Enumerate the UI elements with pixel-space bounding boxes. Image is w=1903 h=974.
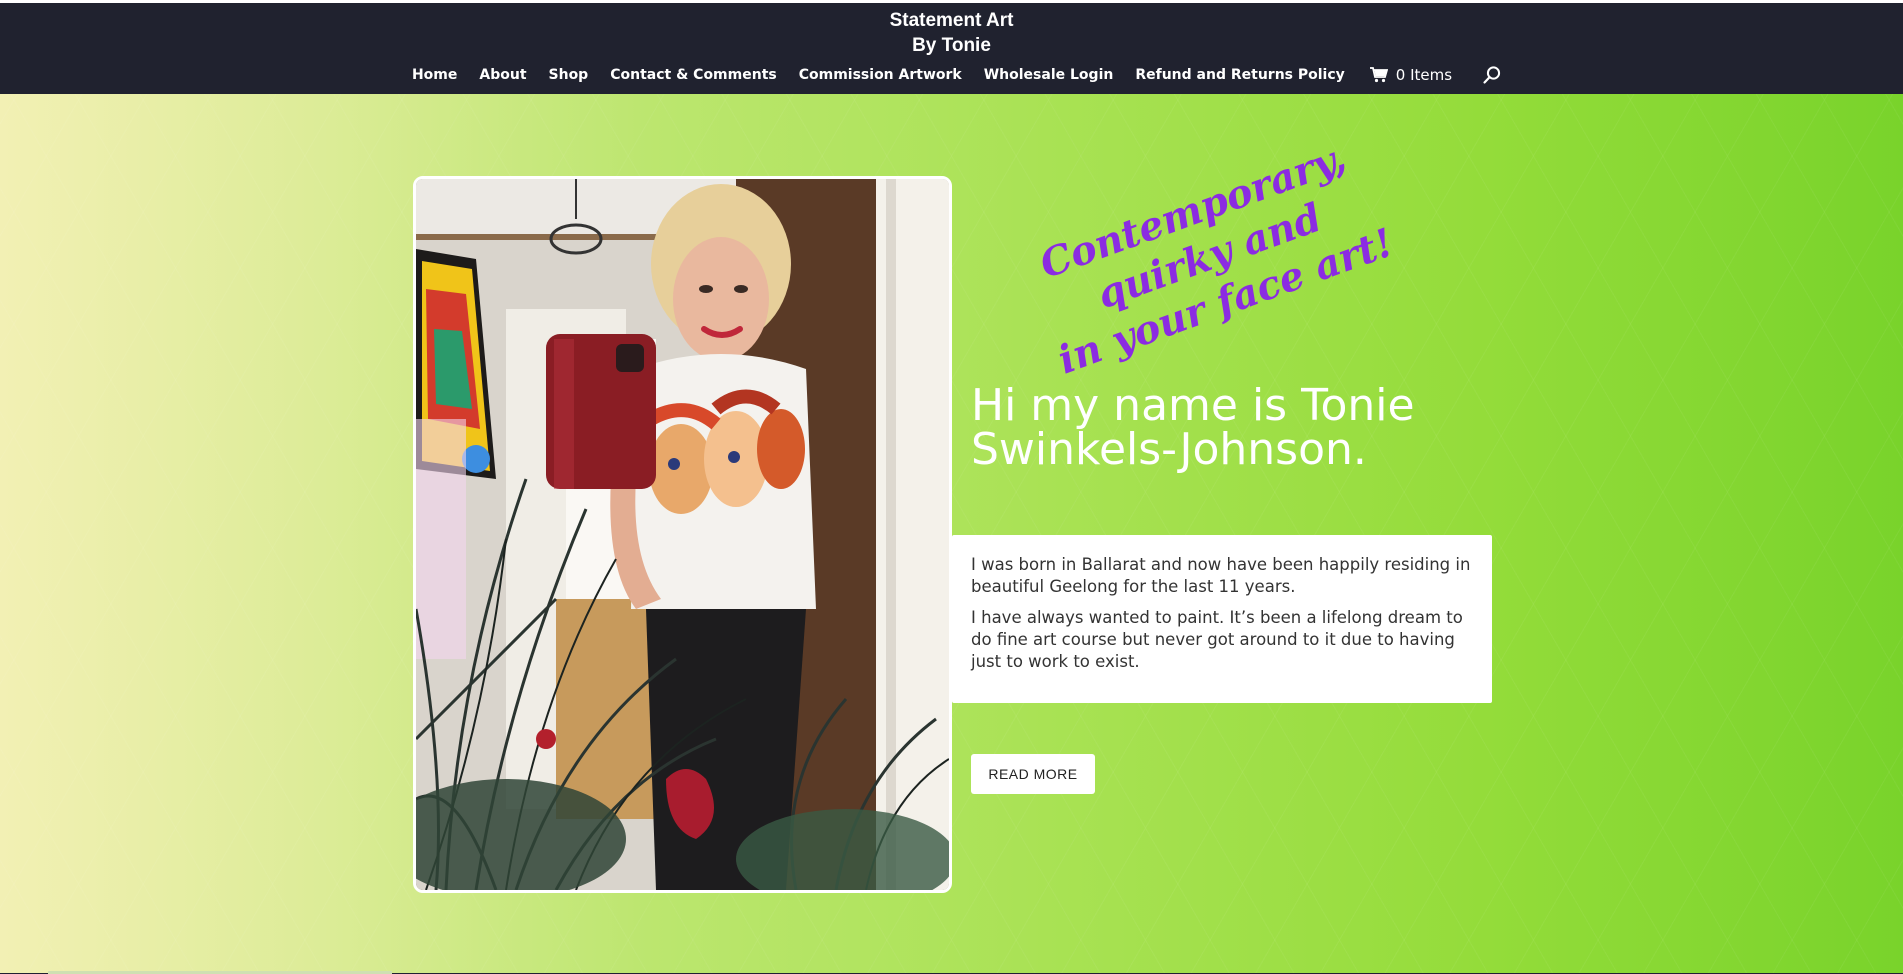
bio-text-box: I was born in Ballarat and now have been… [952, 535, 1492, 703]
artist-selfie-image [416, 179, 949, 890]
site-title-line2[interactable]: By Tonie [0, 33, 1903, 58]
cart-count-label: 0 Items [1395, 66, 1453, 84]
nav-item-contact-comments[interactable]: Contact & Comments [610, 67, 777, 83]
nav-item-wholesale-login[interactable]: Wholesale Login [984, 67, 1114, 83]
site-logo-title[interactable]: Statement Art By Tonie [0, 8, 1903, 58]
bio-paragraph: I was born in Ballarat and now have been… [971, 555, 1471, 596]
artist-photo [413, 176, 952, 893]
nav-item-about[interactable]: About [479, 67, 526, 83]
nav-item-home[interactable]: Home [412, 67, 457, 83]
cart-link[interactable]: 0 Items [1369, 66, 1453, 84]
header-top-border [0, 0, 1903, 3]
bio-paragraph: I have always wanted to paint. It’s been… [971, 608, 1463, 671]
main-navigation: Home About Shop Contact & Comments Commi… [0, 64, 1903, 86]
nav-item-refund-returns-policy[interactable]: Refund and Returns Policy [1135, 67, 1344, 83]
nav-item-shop[interactable]: Shop [549, 67, 589, 83]
read-more-button[interactable]: READ MORE [971, 754, 1095, 794]
site-header: Statement Art By Tonie Home About Shop C… [0, 0, 1903, 94]
search-icon[interactable] [1482, 65, 1502, 85]
shopping-cart-icon [1369, 67, 1388, 83]
nav-item-commission-artwork[interactable]: Commission Artwork [799, 67, 962, 83]
site-title-line1[interactable]: Statement Art [0, 8, 1903, 33]
hero-section: Contemporary, quirky and in your face ar… [0, 94, 1903, 973]
intro-heading: Hi my name is Tonie Swinkels-Johnson. [971, 380, 1415, 475]
